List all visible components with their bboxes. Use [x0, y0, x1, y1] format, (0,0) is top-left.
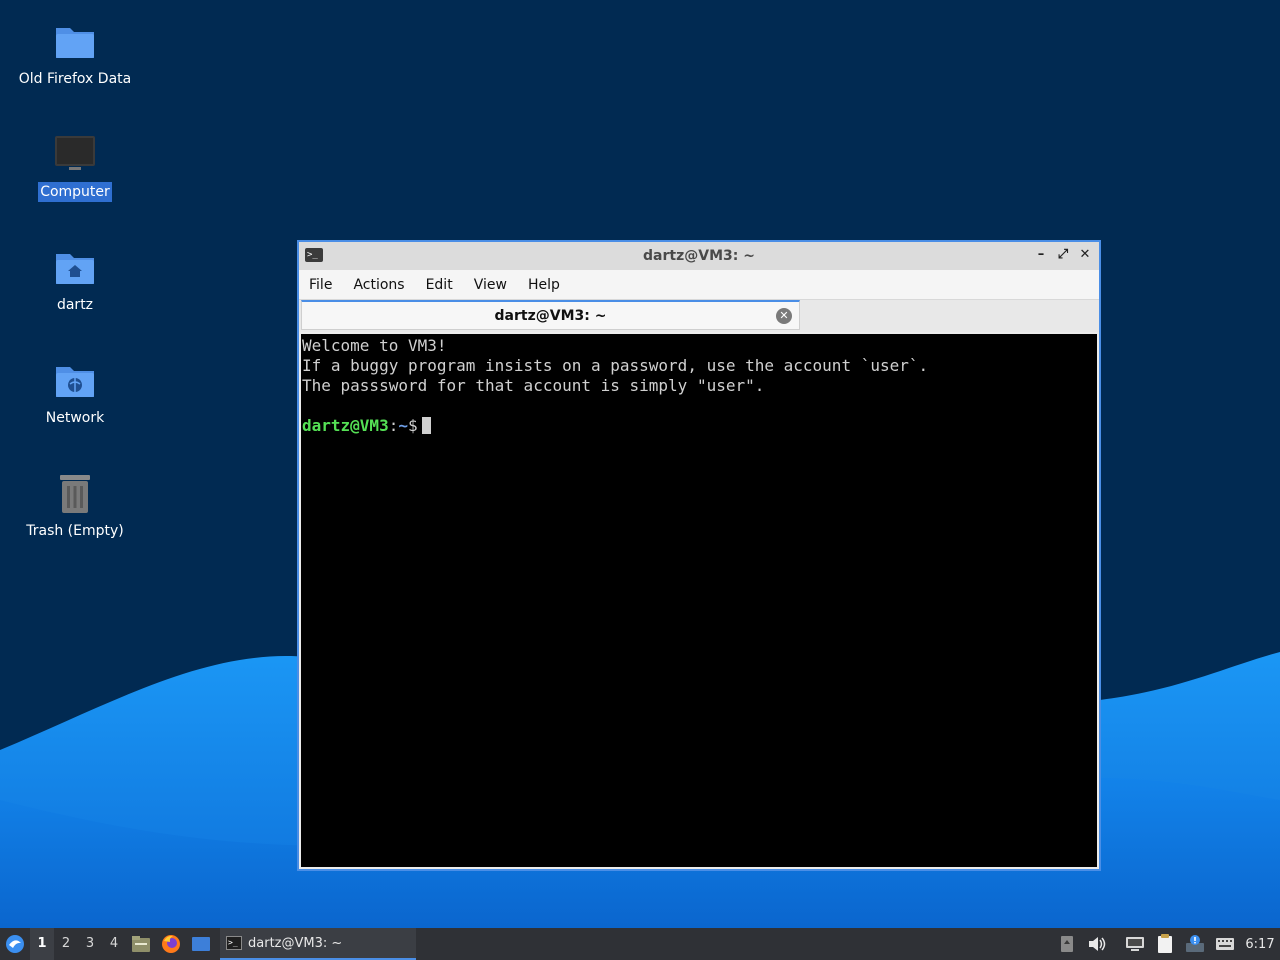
volume-tray-button[interactable] [1082, 928, 1112, 960]
lubuntu-logo-icon [6, 935, 24, 953]
desktop-icon-label: Trash (Empty) [26, 523, 124, 539]
terminal-cursor [421, 417, 431, 434]
menu-actions[interactable]: Actions [353, 277, 415, 293]
taskbar-task-terminal[interactable]: >_ dartz@VM3: ~ [220, 928, 416, 960]
close-button[interactable]: ✕ [1077, 247, 1093, 263]
network-tray-button[interactable] [1120, 928, 1150, 960]
tab-bar: dartz@VM3: ~ ✕ [299, 300, 1099, 332]
workspace-4[interactable]: 4 [102, 928, 126, 960]
maximize-button[interactable]: ⤢ [1055, 247, 1071, 263]
desktop-icon-network[interactable]: Network [0, 359, 150, 428]
menu-bar: File Actions Edit View Help [299, 270, 1099, 300]
network-folder-icon [53, 359, 97, 403]
tray-spacer [1112, 928, 1120, 960]
computer-icon [53, 133, 97, 177]
volume-icon [1089, 937, 1106, 951]
clipboard-icon [1158, 934, 1172, 953]
system-tray: 6:17 [1052, 928, 1280, 960]
desktop-icon-trash[interactable]: Trash (Empty) [0, 472, 150, 541]
tab-close-icon[interactable]: ✕ [776, 308, 792, 324]
terminal-icon: >_ [305, 248, 323, 262]
tab-terminal[interactable]: dartz@VM3: ~ ✕ [301, 300, 800, 330]
firefox-launcher[interactable] [156, 928, 186, 960]
file-manager-launcher[interactable] [126, 928, 156, 960]
clipboard-tray-button[interactable] [1150, 928, 1180, 960]
update-tray-button[interactable] [1180, 928, 1210, 960]
home-folder-icon [53, 246, 97, 290]
workspace-3[interactable]: 3 [78, 928, 102, 960]
desktop-icon-label: Network [45, 410, 105, 426]
terminal-icon: >_ [226, 936, 242, 950]
workspace-2[interactable]: 2 [54, 928, 78, 960]
network-icon [1126, 937, 1144, 951]
menu-view[interactable]: View [474, 277, 518, 293]
taskbar: 1 2 3 4 >_ dartz@VM3: ~ 6:17 [0, 928, 1280, 960]
menu-edit[interactable]: Edit [426, 277, 464, 293]
application-menu-button[interactable] [0, 928, 30, 960]
firefox-icon [162, 935, 180, 953]
tab-label: dartz@VM3: ~ [494, 307, 607, 324]
desktop-icon-dartz[interactable]: dartz [0, 246, 150, 315]
desktop-icon-old-firefox-data[interactable]: Old Firefox Data [0, 20, 150, 89]
desktop-icon-label: Old Firefox Data [18, 71, 132, 87]
terminal-output[interactable]: Welcome to VM3! If a buggy program insis… [301, 334, 1097, 867]
terminal-prompt: dartz@VM3:~$ [301, 416, 1097, 436]
terminal-line: Welcome to VM3! [302, 336, 447, 355]
update-icon [1186, 935, 1204, 952]
desktop-icon-computer[interactable]: Computer [0, 133, 150, 202]
storage-icon [1061, 936, 1073, 952]
terminal-line: The passsword for that account is simply… [302, 376, 765, 395]
menu-help[interactable]: Help [528, 277, 571, 293]
trash-icon [53, 472, 97, 516]
keyboard-icon [1216, 938, 1234, 950]
storage-tray-button[interactable] [1052, 928, 1082, 960]
minimize-button[interactable]: – [1033, 247, 1049, 263]
window-title: dartz@VM3: ~ [643, 248, 755, 264]
show-desktop-icon [192, 937, 210, 951]
show-desktop-button[interactable] [186, 928, 216, 960]
window-titlebar[interactable]: >_ dartz@VM3: ~ – ⤢ ✕ [299, 242, 1099, 270]
clock[interactable]: 6:17 [1240, 937, 1280, 952]
folder-icon [53, 20, 97, 64]
desktop-icon-label: dartz [56, 297, 94, 313]
prompt-symbol: $ [407, 416, 418, 435]
menu-file[interactable]: File [309, 277, 343, 293]
task-label: dartz@VM3: ~ [248, 935, 343, 951]
file-manager-icon [132, 936, 150, 952]
terminal-line: If a buggy program insists on a password… [302, 356, 929, 375]
terminal-window[interactable]: >_ dartz@VM3: ~ – ⤢ ✕ File Actions Edit … [297, 240, 1101, 871]
prompt-user-host: dartz@VM3 [302, 416, 389, 435]
workspace-1[interactable]: 1 [30, 928, 54, 960]
prompt-path: ~ [398, 416, 408, 435]
prompt-separator: : [388, 416, 399, 435]
desktop-icon-label: Computer [38, 182, 112, 202]
keyboard-tray-button[interactable] [1210, 928, 1240, 960]
